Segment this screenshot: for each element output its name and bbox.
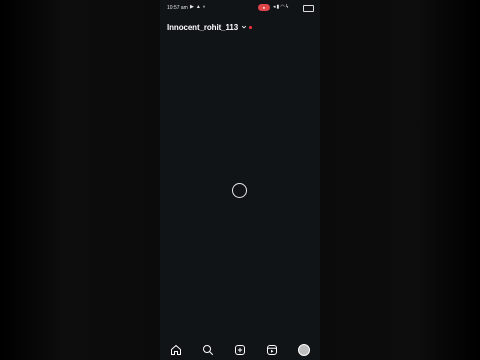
profile-header: Innocent_rohit_113 (167, 22, 253, 32)
search-icon (203, 345, 213, 355)
wifi-icon: ◠ (280, 4, 285, 10)
notification-dot (249, 25, 253, 29)
status-system-icons: ◂ ▮ ◠ ϟ (273, 4, 288, 10)
bottom-navigation (160, 340, 320, 360)
phone-screen: 10:57 am ▶ ▲ ◐ ● ◂ ▮ ◠ ϟ Innocent_rohit_… (160, 0, 320, 360)
chevron-down-icon[interactable] (241, 24, 247, 30)
loading-spinner (232, 183, 247, 198)
screen-record-badge: ● (258, 3, 270, 11)
status-notification-icons: ▶ ▲ ◐ (190, 4, 206, 10)
signal-icon: ▮ (276, 4, 280, 10)
nav-profile[interactable] (297, 343, 311, 357)
left-letterbox (0, 0, 160, 360)
nav-create[interactable] (233, 343, 247, 357)
sync-icon: ◐ (202, 4, 206, 10)
profile-avatar (298, 344, 310, 356)
home-icon (171, 345, 181, 355)
video-icon: ▶ (190, 4, 194, 10)
nav-reels[interactable] (265, 343, 279, 357)
status-time: 10:57 am (167, 5, 188, 11)
charging-icon: ϟ (285, 4, 289, 10)
alert-icon: ▲ (195, 4, 201, 10)
nav-home[interactable] (169, 343, 183, 357)
status-bar: 10:57 am ▶ ▲ ◐ ● ◂ ▮ ◠ ϟ (160, 0, 320, 15)
volume-icon: ◂ (273, 4, 276, 10)
right-letterbox (320, 0, 480, 360)
create-icon (235, 345, 245, 355)
nav-search[interactable] (201, 343, 215, 357)
reels-icon (267, 345, 277, 355)
battery-icon (303, 4, 314, 12)
username-label[interactable]: Innocent_rohit_113 (167, 23, 238, 32)
